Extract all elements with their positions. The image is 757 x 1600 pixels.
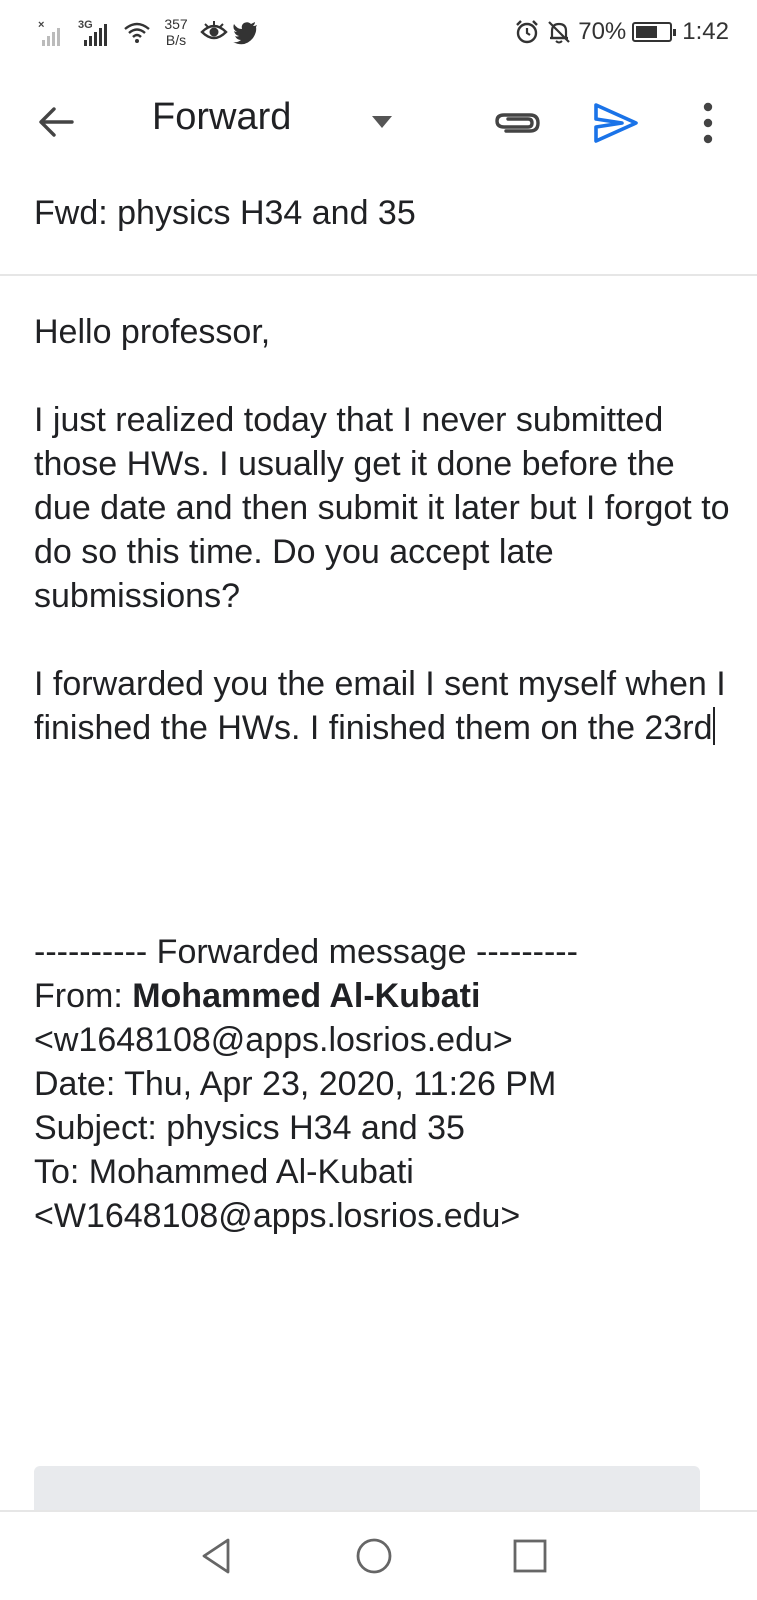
status-left: × 3G 357 B/s <box>38 14 264 50</box>
battery-icon <box>632 22 677 42</box>
svg-text:×: × <box>38 19 44 31</box>
nav-back-button[interactable] <box>196 1534 240 1578</box>
from-email: <w1648108@apps.losrios.edu> <box>34 1021 513 1059</box>
wifi-icon <box>122 18 152 46</box>
recents-square-icon <box>513 1539 547 1573</box>
system-nav-bar <box>0 1510 757 1600</box>
message-body[interactable]: Hello professor, I just realized today t… <box>34 310 734 750</box>
speed-value: 357 <box>164 16 188 32</box>
more-vert-icon <box>703 102 713 144</box>
attach-icon <box>495 113 540 133</box>
status-right: 70% 1:42 <box>514 16 729 48</box>
send-button[interactable] <box>592 100 640 146</box>
compose-mode-title[interactable]: Forward <box>152 96 291 139</box>
forwarded-from: From: Mohammed Al-Kubati <box>34 974 734 1018</box>
no-signal-icon: × <box>38 18 72 46</box>
quoted-content-bar[interactable] <box>34 1466 700 1516</box>
compose-toolbar: Forward <box>0 66 757 178</box>
home-circle-icon <box>356 1538 392 1574</box>
compose-mode-dropdown[interactable] <box>370 114 394 130</box>
text-cursor <box>713 707 716 745</box>
signal-icon: 3G <box>78 18 112 46</box>
forwarded-header: ---------- Forwarded message --------- <box>34 933 578 971</box>
to-email: <W1648108@apps.losrios.edu> <box>34 1197 521 1235</box>
back-arrow-icon <box>39 107 74 137</box>
back-button[interactable] <box>34 100 78 144</box>
clock: 1:42 <box>682 18 729 45</box>
from-name: Mohammed Al-Kubati <box>132 977 481 1015</box>
body-paragraph-1: I just realized today that I never submi… <box>34 401 730 615</box>
back-triangle-icon <box>202 1538 230 1574</box>
body-paragraph-2: I forwarded you the email I sent myself … <box>34 662 734 750</box>
battery-percent: 70% <box>578 18 627 45</box>
subject-field[interactable]: Fwd: physics H34 and 35 <box>34 194 416 233</box>
subject-divider <box>0 274 757 276</box>
more-options-button[interactable] <box>696 100 720 146</box>
notifications-off-icon <box>546 19 572 45</box>
forwarded-subject: Subject: physics H34 and 35 <box>34 1109 465 1147</box>
network-tag: 3G <box>78 19 93 31</box>
attach-button[interactable] <box>492 100 542 144</box>
status-bar: × 3G 357 B/s 70% 1:42 <box>0 0 757 66</box>
send-icon <box>594 103 638 143</box>
from-label: From: <box>34 977 133 1015</box>
forwarded-to: To: Mohammed Al-Kubati <box>34 1153 414 1191</box>
network-speed: 357 B/s <box>158 16 194 48</box>
speed-unit: B/s <box>165 32 187 48</box>
body-paragraph-2-text: I forwarded you the email I sent myself … <box>34 665 726 747</box>
body-greeting: Hello professor, <box>34 313 271 351</box>
eye-icon <box>200 18 228 46</box>
nav-home-button[interactable] <box>352 1534 396 1578</box>
dropdown-arrow-icon <box>372 116 392 128</box>
compose-screen: × 3G 357 B/s 70% 1:42 Forward Fwd: physi… <box>0 0 757 1600</box>
battery-fill <box>636 26 658 38</box>
alarm-icon <box>514 19 540 45</box>
forwarded-date: Date: Thu, Apr 23, 2020, 11:26 PM <box>34 1065 557 1103</box>
nav-recents-button[interactable] <box>508 1534 552 1578</box>
forwarded-message: ---------- Forwarded message --------- F… <box>34 930 734 1238</box>
twitter-icon <box>232 18 260 46</box>
